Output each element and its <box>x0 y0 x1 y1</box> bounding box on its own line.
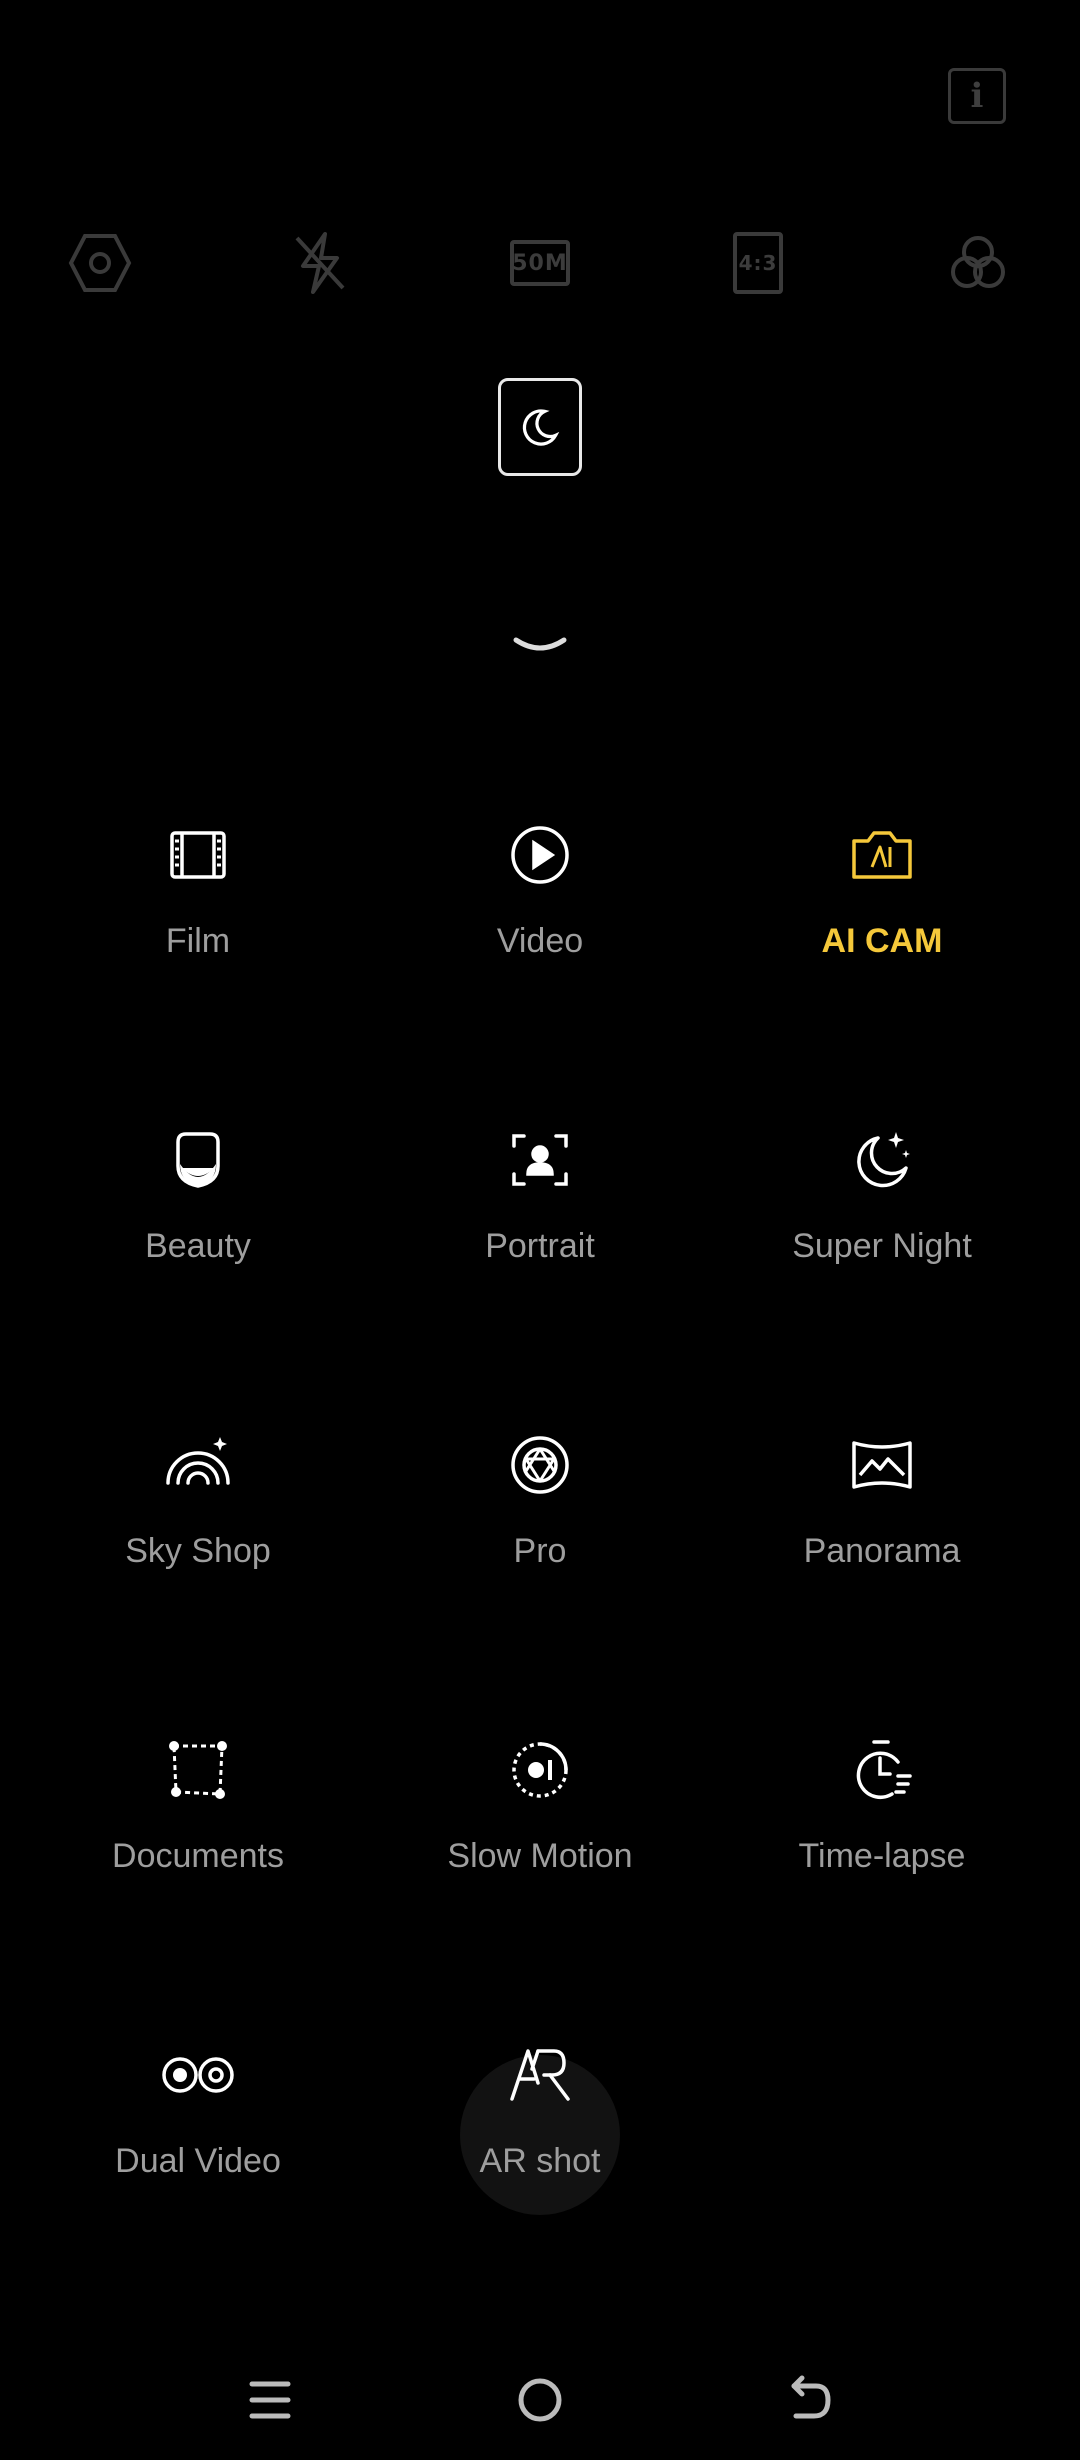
settings-icon[interactable] <box>65 228 135 298</box>
mode-label: Sky Shop <box>125 1532 271 1570</box>
mode-label: Beauty <box>145 1227 251 1265</box>
mode-panorama[interactable]: Panorama <box>712 1420 1052 1640</box>
play-icon <box>495 810 585 900</box>
info-button[interactable]: i <box>948 68 1006 124</box>
nav-home-button[interactable] <box>500 2360 580 2440</box>
mode-label: Documents <box>112 1837 284 1875</box>
mode-dual-video[interactable]: Dual Video <box>28 2030 368 2250</box>
nav-back-button[interactable] <box>770 2360 850 2440</box>
chevron-down-icon[interactable] <box>510 630 570 660</box>
mode-ai-cam[interactable]: AI CAM <box>712 810 1052 1030</box>
dual-video-icon <box>153 2030 243 2120</box>
mode-portrait[interactable]: Portrait <box>370 1115 710 1335</box>
mode-label: Super Night <box>792 1227 972 1265</box>
mode-label: Pro <box>513 1532 567 1570</box>
moon-stars-icon <box>837 1115 927 1205</box>
mode-documents[interactable]: Documents <box>28 1725 368 1945</box>
slow-motion-icon <box>495 1725 585 1815</box>
mode-label: Slow Motion <box>447 1837 633 1875</box>
mode-film[interactable]: Film <box>28 810 368 1030</box>
back-icon <box>791 2375 831 2419</box>
ai-camera-icon <box>837 810 927 900</box>
flash-off-icon[interactable] <box>285 228 355 298</box>
nav-menu-button[interactable] <box>230 2360 310 2440</box>
beauty-face-icon <box>153 1115 243 1205</box>
mode-beauty[interactable]: Beauty <box>28 1115 368 1335</box>
aspect-ratio-button[interactable]: 4:3 <box>723 228 793 298</box>
rainbow-icon <box>153 1420 243 1510</box>
mode-pro[interactable]: Pro <box>370 1420 710 1640</box>
mode-slow-motion[interactable]: Slow Motion <box>370 1725 710 1945</box>
timer-icon <box>837 1725 927 1815</box>
mode-label: Time-lapse <box>798 1837 966 1875</box>
panorama-icon <box>837 1420 927 1510</box>
mode-label: AI CAM <box>821 922 943 960</box>
document-scan-icon <box>153 1725 243 1815</box>
menu-icon <box>249 2381 291 2419</box>
mode-label: Portrait <box>485 1227 595 1265</box>
aperture-icon <box>495 1420 585 1510</box>
night-mode-toggle[interactable] <box>498 378 582 476</box>
mode-ar-shot[interactable]: AR shot <box>370 2030 710 2250</box>
home-icon <box>518 2378 562 2422</box>
filter-icon[interactable] <box>943 228 1013 298</box>
mode-video[interactable]: Video <box>370 810 710 1030</box>
mode-time-lapse[interactable]: Time-lapse <box>712 1725 1052 1945</box>
moon-icon <box>522 409 560 446</box>
ar-icon <box>495 2030 585 2120</box>
mode-label: Dual Video <box>115 2142 281 2180</box>
mode-super-night[interactable]: Super Night <box>712 1115 1052 1335</box>
mode-label: Video <box>496 922 584 960</box>
aspect-ratio-label: 4:3 <box>733 232 783 294</box>
resolution-button[interactable]: 50M <box>505 228 575 298</box>
mode-sky-shop[interactable]: Sky Shop <box>28 1420 368 1640</box>
info-icon: i <box>970 76 984 116</box>
portrait-icon <box>495 1115 585 1205</box>
mode-label: Panorama <box>803 1532 961 1570</box>
mode-label: AR shot <box>479 2142 601 2180</box>
resolution-label: 50M <box>510 240 570 286</box>
mode-label: Film <box>165 922 231 960</box>
film-icon <box>153 810 243 900</box>
